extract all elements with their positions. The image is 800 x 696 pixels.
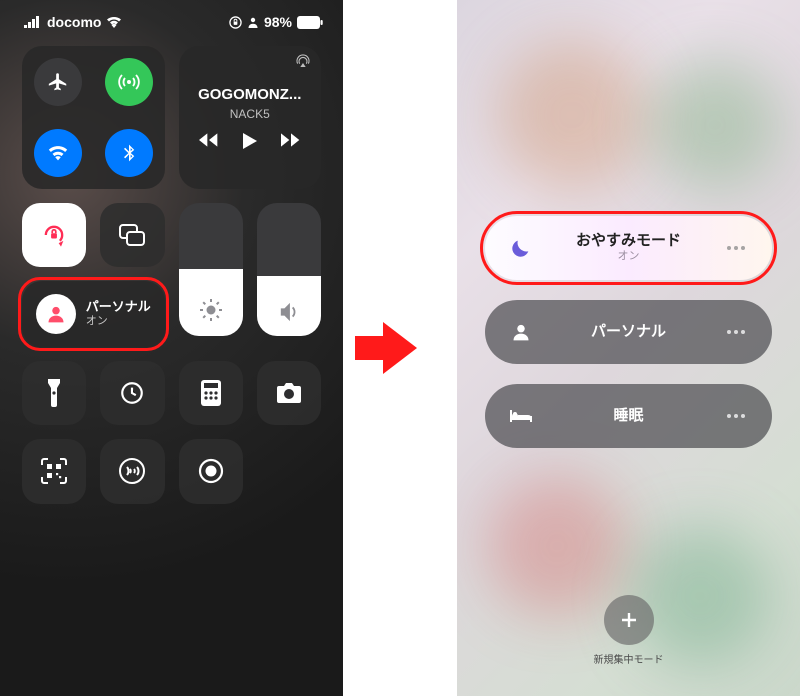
media-play-button[interactable]	[243, 133, 257, 149]
focus-sleep-pill[interactable]: 睡眠	[485, 384, 772, 448]
orientation-lock-button[interactable]	[22, 203, 86, 267]
focus-personal-title: パーソナル	[535, 323, 722, 341]
media-prev-button[interactable]	[199, 133, 219, 149]
focus-status: オン	[86, 315, 151, 328]
focus-dnd-status: オン	[535, 250, 722, 263]
calculator-button[interactable]	[179, 361, 243, 425]
speaker-icon	[278, 302, 300, 322]
media-next-button[interactable]	[281, 133, 301, 149]
sun-icon	[199, 298, 223, 322]
airplay-icon[interactable]	[295, 54, 311, 68]
signal-icon	[24, 16, 42, 28]
arrow-annotation	[343, 0, 457, 696]
airplane-icon	[47, 71, 69, 93]
qr-icon	[41, 458, 67, 484]
moon-icon	[507, 237, 535, 259]
focus-button[interactable]: パーソナル オン	[22, 281, 165, 347]
nfc-button[interactable]	[100, 439, 164, 503]
cellular-data-button[interactable]	[105, 58, 153, 106]
bluetooth-button[interactable]	[105, 129, 153, 177]
camera-icon	[275, 382, 303, 404]
brightness-slider[interactable]	[179, 203, 243, 337]
camera-button[interactable]	[257, 361, 321, 425]
volume-slider[interactable]	[257, 203, 321, 337]
bed-icon	[507, 408, 535, 424]
timer-button[interactable]	[100, 361, 164, 425]
flashlight-icon	[46, 379, 62, 407]
media-subtitle: NACK5	[230, 107, 270, 121]
focus-sleep-title: 睡眠	[535, 407, 722, 425]
calculator-icon	[201, 380, 221, 406]
media-title: GOGOMONZ...	[198, 86, 301, 103]
flashlight-button[interactable]	[22, 361, 86, 425]
person-icon	[46, 304, 66, 324]
antenna-icon	[117, 70, 141, 94]
focus-dnd-title: おやすみモード	[535, 232, 722, 250]
focus-personal-more[interactable]	[722, 330, 750, 334]
focus-sleep-more[interactable]	[722, 414, 750, 418]
record-icon	[197, 457, 225, 485]
new-focus-label: 新規集中モード	[594, 651, 664, 666]
screen-mirroring-icon	[119, 224, 145, 246]
wifi-icon	[47, 142, 69, 164]
wifi-status-icon	[106, 16, 122, 28]
timer-icon	[119, 380, 145, 406]
media-tile[interactable]: GOGOMONZ... NACK5	[179, 46, 322, 189]
carrier-label: docomo	[47, 14, 101, 30]
focus-dnd-more[interactable]	[722, 246, 750, 250]
new-focus-button[interactable]: 新規集中モード	[594, 595, 664, 666]
bluetooth-icon	[119, 142, 139, 164]
wifi-button[interactable]	[34, 129, 82, 177]
screen-mirroring-button[interactable]	[100, 203, 164, 267]
battery-pct: 98%	[264, 14, 292, 30]
airplane-mode-button[interactable]	[34, 58, 82, 106]
control-center-screenshot: docomo 98%	[0, 0, 343, 696]
screen-record-button[interactable]	[179, 439, 243, 503]
nfc-icon	[118, 457, 146, 485]
focus-list-screenshot: おやすみモード オン パーソナル 睡眠	[457, 0, 800, 696]
focus-dnd-pill[interactable]: おやすみモード オン	[485, 216, 772, 280]
person-icon	[507, 322, 535, 342]
status-bar: docomo 98%	[0, 0, 343, 36]
connectivity-tile	[22, 46, 165, 189]
battery-icon	[297, 16, 323, 29]
plus-icon	[604, 595, 654, 645]
orientation-lock-icon	[40, 221, 68, 249]
focus-personal-pill[interactable]: パーソナル	[485, 300, 772, 364]
qr-scanner-button[interactable]	[22, 439, 86, 503]
focus-title: パーソナル	[86, 300, 151, 315]
person-status-icon	[247, 16, 259, 28]
orientation-lock-status-icon	[229, 16, 242, 29]
